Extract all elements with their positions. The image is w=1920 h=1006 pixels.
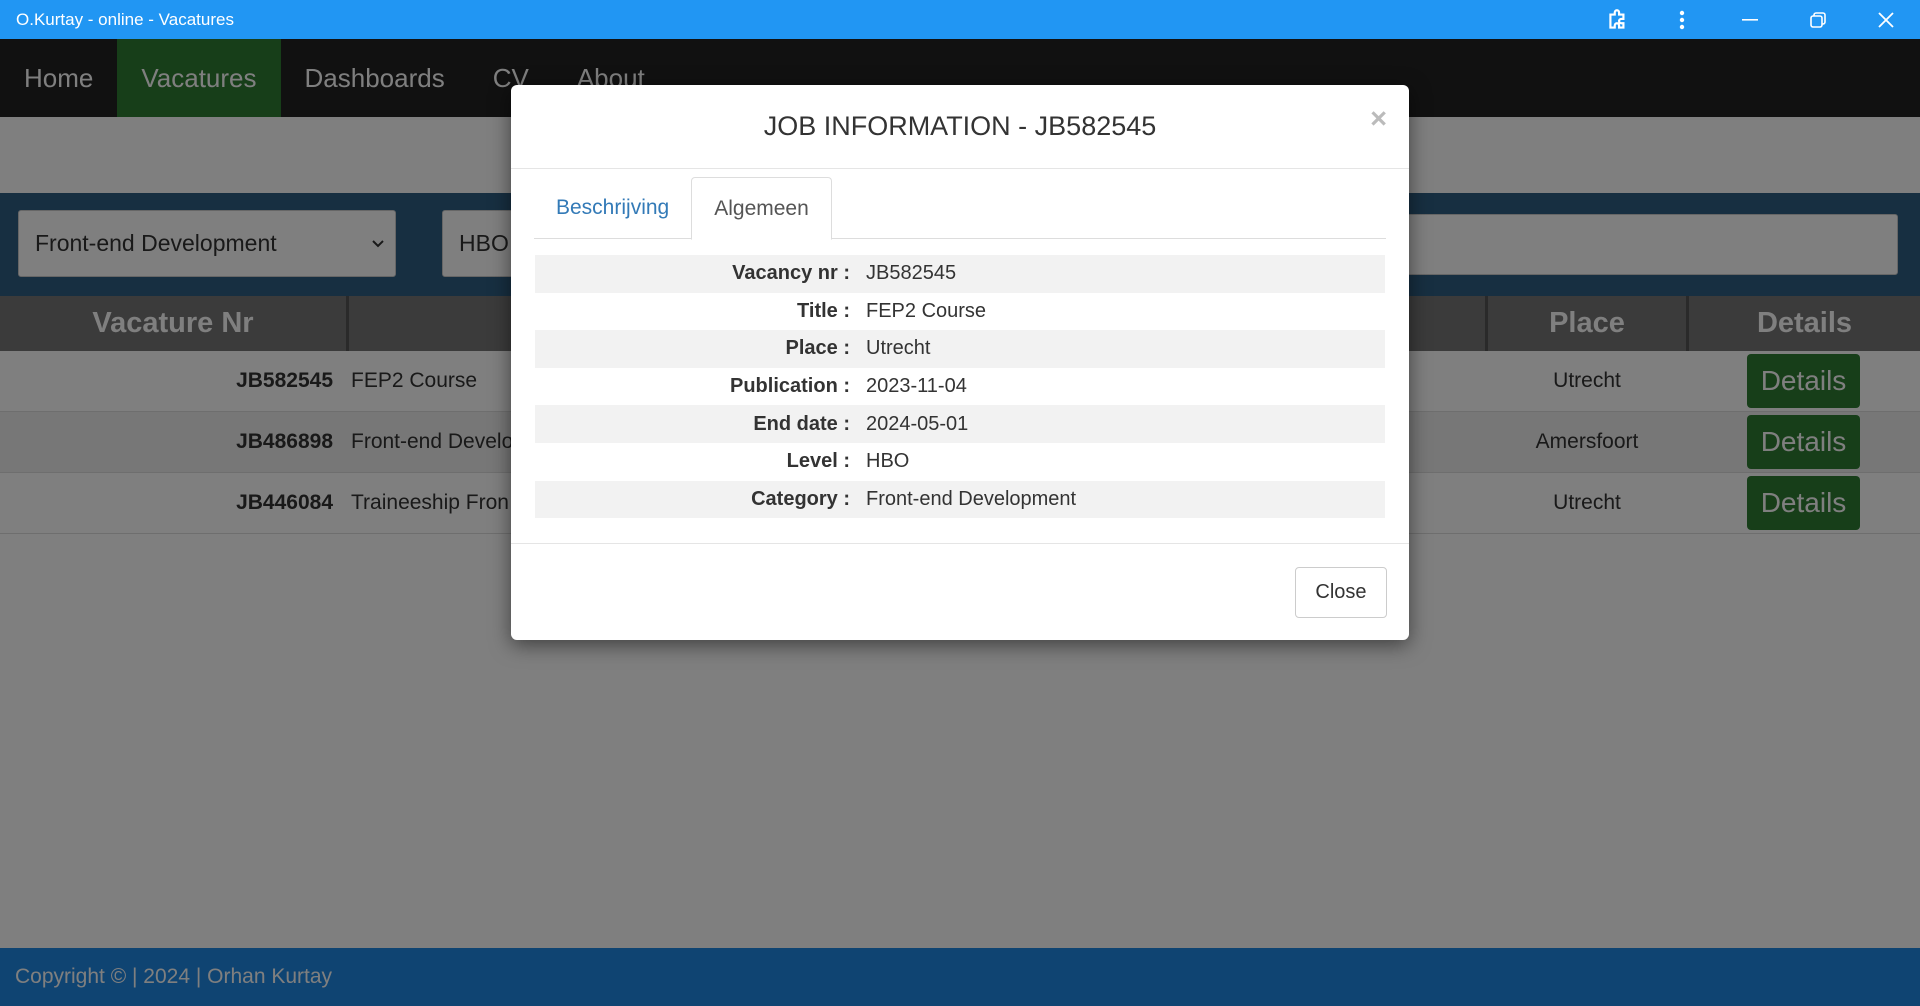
tab-beschrijving[interactable]: Beschrijving [534,177,691,239]
window-titlebar: O.Kurtay - online - Vacatures [0,0,1920,39]
info-label: End date : [753,412,850,435]
restore-icon[interactable] [1784,0,1852,39]
job-info-table: Vacancy nr : JB582545 Title : FEP2 Cours… [535,255,1385,519]
modal-header: JOB INFORMATION - JB582545 × [511,85,1409,169]
info-value: FEP2 Course [866,299,987,322]
modal-footer: Close [511,543,1409,640]
info-label: Level : [786,450,850,473]
more-options-icon[interactable] [1648,0,1716,39]
close-window-icon[interactable] [1852,0,1920,39]
info-row: Category : Front-end Development [535,480,1385,519]
extensions-icon[interactable] [1588,0,1648,39]
info-value: Utrecht [866,337,931,360]
info-row: Publication : 2023-11-04 [535,368,1385,406]
modal-tabs: Beschrijving Algemeen [534,177,1386,240]
info-row: End date : 2024-05-01 [535,405,1385,443]
info-row: Level : HBO [535,443,1385,481]
info-row: Vacancy nr : JB582545 [535,255,1385,293]
minimize-icon[interactable] [1716,0,1784,39]
info-row: Place : Utrecht [535,330,1385,368]
info-label: Publication : [730,375,850,398]
job-info-modal: JOB INFORMATION - JB582545 × Beschrijvin… [511,85,1409,640]
info-label: Category : [751,487,850,510]
window-title: O.Kurtay - online - Vacatures [16,9,234,29]
info-value: Front-end Development [866,487,1077,510]
close-button[interactable]: Close [1295,567,1387,618]
info-value: 2024-05-01 [866,412,969,435]
modal-title: JOB INFORMATION - JB582545 [763,111,1157,141]
info-value: HBO [866,450,910,473]
info-row: Title : FEP2 Course [535,293,1385,331]
info-label: Title : [797,299,850,322]
info-value: 2023-11-04 [866,375,967,398]
close-icon[interactable]: × [1370,103,1387,136]
info-value: JB582545 [866,262,957,285]
tab-algemeen[interactable]: Algemeen [691,177,832,240]
info-label: Vacancy nr : [732,262,850,285]
info-label: Place : [785,337,850,360]
